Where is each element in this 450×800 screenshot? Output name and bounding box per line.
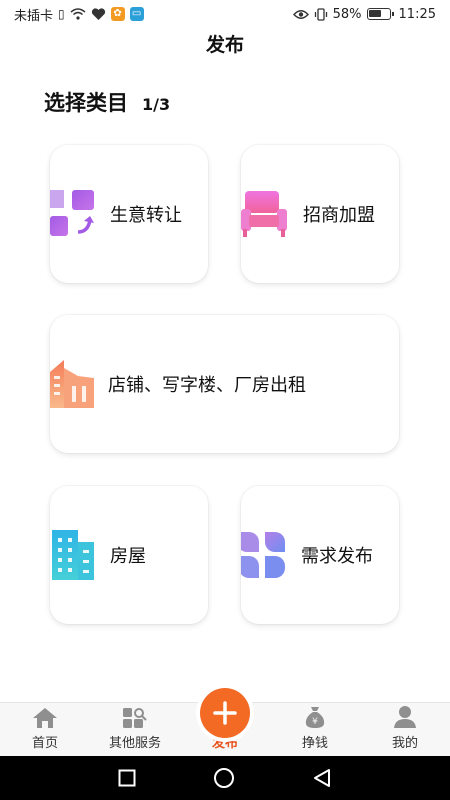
plus-icon xyxy=(213,701,237,725)
grid-search-icon xyxy=(123,708,147,728)
publish-button[interactable] xyxy=(200,688,250,738)
sofa-icon xyxy=(241,191,287,237)
tv-notification-icon: ▭ xyxy=(129,7,144,21)
vibrate-icon xyxy=(314,7,327,21)
nav-label: 首页 xyxy=(31,736,58,751)
nav-item-earn[interactable]: ¥ 挣钱 xyxy=(270,703,360,756)
section-title: 选择类目 xyxy=(44,91,128,115)
category-label: 招商加盟 xyxy=(303,205,375,226)
nav-label: 其他服务 xyxy=(108,736,161,751)
category-card-franchise[interactable]: 招商加盟 xyxy=(241,145,399,283)
carrier-text: 未插卡 xyxy=(14,8,54,24)
clock-time: 11:25 xyxy=(398,6,436,22)
battery-icon xyxy=(366,8,394,20)
status-bar: 未插卡 ▯ ✿ ▭ 58% 11:25 xyxy=(0,0,450,28)
category-card-housing[interactable]: 房屋 xyxy=(50,486,208,624)
nav-label: 我的 xyxy=(391,736,418,751)
money-bag-icon: ¥ xyxy=(305,707,325,728)
tower-icon xyxy=(52,530,94,580)
wifi-icon xyxy=(70,8,86,20)
nav-item-mine[interactable]: 我的 xyxy=(360,703,450,756)
section-heading: 选择类目 1/3 xyxy=(44,87,170,117)
page-title: 发布 xyxy=(205,34,244,56)
step-indicator: 1/3 xyxy=(142,95,171,114)
clover-icon xyxy=(241,532,285,578)
app-notification-icon: ✿ xyxy=(110,7,125,21)
user-icon xyxy=(394,706,416,728)
nav-item-home[interactable]: 首页 xyxy=(0,703,90,756)
category-label: 生意转让 xyxy=(110,205,182,226)
system-nav-bar xyxy=(0,756,450,800)
building-icon xyxy=(50,360,94,408)
category-card-business-transfer[interactable]: 生意转让 xyxy=(50,145,208,283)
back-icon[interactable] xyxy=(312,768,332,788)
category-label: 需求发布 xyxy=(301,546,373,567)
category-card-demand-post[interactable]: 需求发布 xyxy=(241,486,399,624)
home-icon xyxy=(33,708,57,728)
heart-rate-icon xyxy=(91,7,105,20)
category-label: 店铺、写字楼、厂房出租 xyxy=(108,375,306,396)
status-left: 未插卡 ▯ ✿ ▭ xyxy=(14,5,144,24)
category-label: 房屋 xyxy=(110,546,146,567)
battery-percent: 58% xyxy=(332,6,362,22)
svg-text:¥: ¥ xyxy=(312,717,318,727)
nav-item-other-services[interactable]: 其他服务 xyxy=(90,703,180,756)
eye-icon xyxy=(292,9,309,19)
status-right: 58% 11:25 xyxy=(292,6,436,22)
home-circle-icon[interactable] xyxy=(213,767,235,789)
nav-label: 挣钱 xyxy=(301,736,328,751)
category-card-shop-office-rental[interactable]: 店铺、写字楼、厂房出租 xyxy=(50,315,399,453)
transfer-icon xyxy=(50,190,94,236)
sim-icon: ▯ xyxy=(58,7,65,21)
recent-apps-icon[interactable] xyxy=(118,769,136,787)
